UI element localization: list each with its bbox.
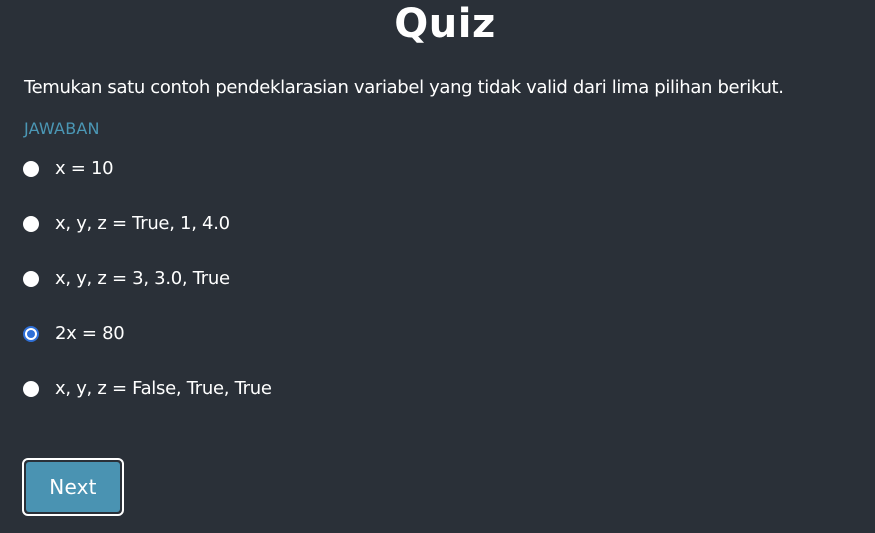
radio-unchecked-icon[interactable] [23, 216, 39, 232]
answer-section-label: JAWABAN [24, 119, 100, 138]
answer-option-label: x, y, z = 3, 3.0, True [55, 268, 230, 289]
answer-option-label: x, y, z = False, True, True [55, 378, 272, 399]
radio-unchecked-icon[interactable] [23, 161, 39, 177]
page-title: Quiz [394, 1, 496, 47]
radio-checked-icon[interactable] [23, 326, 39, 342]
answer-option-5[interactable]: x, y, z = False, True, True [23, 377, 272, 401]
radio-unchecked-icon[interactable] [23, 271, 39, 287]
question-text: Temukan satu contoh pendeklarasian varia… [24, 77, 784, 98]
answer-option-4[interactable]: 2x = 80 [23, 322, 272, 346]
answer-options-list: x = 10 x, y, z = True, 1, 4.0 x, y, z = … [23, 157, 272, 432]
next-button[interactable]: Next [22, 458, 124, 516]
quiz-page: Quiz Temukan satu contoh pendeklarasian … [0, 0, 875, 533]
answer-option-label: x, y, z = True, 1, 4.0 [55, 213, 230, 234]
answer-option-2[interactable]: x, y, z = True, 1, 4.0 [23, 212, 272, 236]
next-button-label: Next [26, 462, 120, 512]
answer-option-label: x = 10 [55, 158, 114, 179]
answer-option-1[interactable]: x = 10 [23, 157, 272, 181]
answer-option-3[interactable]: x, y, z = 3, 3.0, True [23, 267, 272, 291]
radio-unchecked-icon[interactable] [23, 381, 39, 397]
answer-option-label: 2x = 80 [55, 323, 125, 344]
